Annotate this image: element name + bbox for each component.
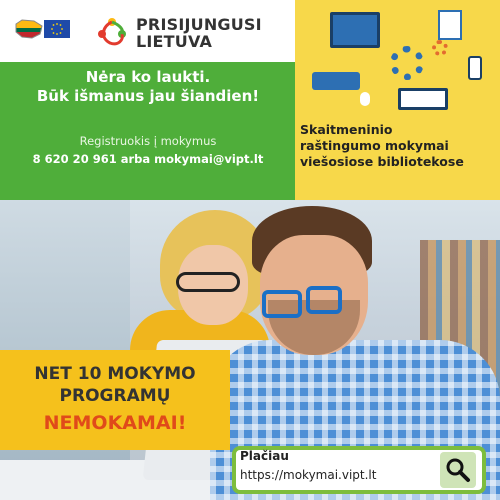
headline-line-1: Nėra ko laukti.: [85, 68, 211, 86]
info-url[interactable]: https://mokymai.vipt.lt: [240, 468, 376, 482]
headline: Nėra ko laukti. Būk išmanus jau šiandien…: [18, 68, 278, 106]
monitor-icon: [330, 12, 380, 48]
headline-line-2: Būk išmanus jau šiandien!: [36, 87, 260, 105]
man-glasses-left: [262, 290, 302, 318]
subtitle-line-2: raštingumo mokymai: [300, 138, 449, 153]
subtitle-line-3: viešosiose bibliotekose: [300, 154, 464, 169]
mouse-icon: [360, 92, 370, 106]
gear-small-icon: [432, 40, 448, 56]
subtitle-line-1: Skaitmeninio: [300, 122, 393, 137]
laptop-icon: [398, 88, 448, 110]
promo-line-1: NET 10 MOKYMO: [34, 364, 196, 384]
keyboard-icon: [312, 72, 360, 90]
gear-icon: [390, 46, 424, 80]
phone-icon: [468, 56, 482, 80]
promo-line-2: PROGRAMŲ: [59, 386, 171, 406]
subtitle: Skaitmeninio raštingumo mokymai viešosio…: [300, 122, 496, 170]
lithuania-flag-icon: [15, 19, 43, 39]
search-button[interactable]: [440, 452, 476, 488]
man-glasses-right: [306, 286, 342, 314]
info-label: Plačiau: [240, 449, 289, 463]
search-icon: [446, 458, 470, 482]
document-icon: [438, 10, 462, 40]
promo-line-3: NEMOKAMAI!: [43, 412, 187, 434]
contact-info: 8 620 20 961 arba mokymai@vipt.lt: [32, 152, 264, 166]
brand-line-2: LIETUVA: [136, 32, 213, 51]
eu-flag-icon: [44, 20, 70, 38]
woman-glasses: [176, 272, 240, 292]
brand-line-1: PRISIJUNGUSI: [136, 15, 262, 34]
prisijungusi-lietuva-logo-icon: [98, 18, 126, 46]
register-text: Registruokis į mokymus: [79, 134, 217, 148]
brand-name: PRISIJUNGUSI LIETUVA: [136, 16, 262, 50]
